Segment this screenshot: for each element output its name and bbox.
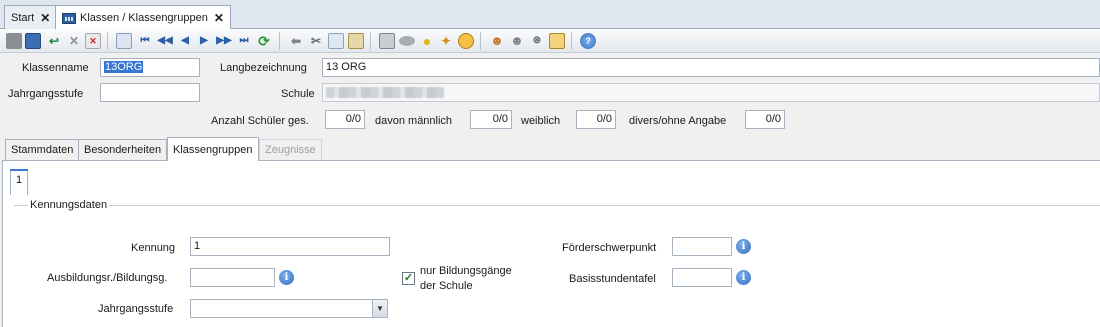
chevron-down-icon[interactable]: ▼ xyxy=(372,300,387,317)
subtab-1[interactable]: 1 xyxy=(10,169,28,195)
undo-icon[interactable]: ↩ xyxy=(46,33,62,49)
maennlich-label: davon männlich xyxy=(375,115,453,127)
tab-klassengruppen[interactable]: Klassengruppen xyxy=(167,137,259,161)
back-arrow-icon[interactable]: ⬅ xyxy=(288,33,304,49)
basis-label: Basisstundentafel xyxy=(569,273,656,285)
doc-tab-klassen[interactable]: Klassen / Klassengruppen ✕ xyxy=(55,5,231,30)
group-divider xyxy=(14,205,1100,206)
close-icon[interactable]: ✕ xyxy=(214,11,224,25)
divers-field: 0/0 xyxy=(745,110,785,129)
prev-page-icon[interactable]: ◀◀ xyxy=(157,33,173,49)
toolbar: ↩ ✕ ✕ ⏮ ◀◀ ◀ ▶ ▶▶ ⏭ ⟳ ⬅ ✂ ● ✦ ☻ ☻ ⊛ ? xyxy=(0,29,1100,53)
print-icon[interactable] xyxy=(379,33,395,49)
toolbar-separator xyxy=(370,32,371,50)
kennung-label: Kennung xyxy=(131,242,176,254)
doc-tab-start-label: Start xyxy=(11,11,35,24)
tab-zeugnisse: Zeugnisse xyxy=(259,139,322,160)
close-icon[interactable]: ✕ xyxy=(40,11,50,25)
paste-icon[interactable] xyxy=(348,33,364,49)
toolbar-separator xyxy=(107,32,108,50)
prev-icon[interactable]: ◀ xyxy=(177,33,193,49)
clock-icon[interactable] xyxy=(458,33,474,49)
klassenname-input[interactable]: 13ORG xyxy=(100,58,200,77)
klassenname-value: 13ORG xyxy=(104,61,144,73)
jahrgangsstufe-label: Jahrgangsstufe xyxy=(8,88,84,100)
schule-field xyxy=(322,83,1100,102)
tab-besonderheiten[interactable]: Besonderheiten xyxy=(78,139,168,160)
first-icon[interactable]: ⏮ xyxy=(137,33,153,49)
tab-stammdaten[interactable]: Stammdaten xyxy=(5,139,80,160)
document-tab-bar: Start ✕ Klassen / Klassengruppen ✕ xyxy=(0,0,1100,30)
nur-bildung-checkbox[interactable]: ✓ xyxy=(402,272,415,285)
next-page-icon[interactable]: ▶▶ xyxy=(216,33,232,49)
ausbildung-label: Ausbildungsr./Bildungsg. xyxy=(47,272,168,284)
kennung-input[interactable]: 1 xyxy=(190,237,390,256)
next-icon[interactable]: ▶ xyxy=(196,33,212,49)
toolbar-separator xyxy=(279,32,280,50)
doc-tab-klassen-label: Klassen / Klassengruppen xyxy=(80,12,208,24)
info-icon[interactable]: i xyxy=(279,270,294,285)
new-icon[interactable] xyxy=(6,33,22,49)
last-icon[interactable]: ⏭ xyxy=(236,33,252,49)
bulb-icon[interactable]: ● xyxy=(419,33,435,49)
doc-tab-start[interactable]: Start ✕ xyxy=(4,5,58,29)
info-icon[interactable]: i xyxy=(736,270,751,285)
refresh-icon[interactable]: ⟳ xyxy=(256,33,272,49)
foerder-label: Förderschwerpunkt xyxy=(562,242,657,254)
langbezeichnung-input[interactable]: 13 ORG xyxy=(322,58,1100,77)
anzahl-field: 0/0 xyxy=(325,110,365,129)
nur-bildung-label-line2: der Schule xyxy=(420,280,473,292)
cut-icon[interactable]: ✂ xyxy=(308,33,324,49)
edit-icon[interactable] xyxy=(549,33,565,49)
nur-bildung-label-line1: nur Bildungsgänge xyxy=(420,265,512,277)
user-group-icon[interactable]: ☻ xyxy=(509,33,525,49)
eraser-icon[interactable] xyxy=(399,36,415,46)
langbezeichnung-label: Langbezeichnung xyxy=(220,62,307,74)
copy-record-icon[interactable] xyxy=(116,33,132,49)
basis-input[interactable] xyxy=(672,268,732,287)
gruppe-jahrgangsstufe-select[interactable]: ▼ xyxy=(190,299,388,318)
clean-icon[interactable]: ✦ xyxy=(438,33,454,49)
window-icon xyxy=(62,12,76,24)
anzahl-label: Anzahl Schüler ges. xyxy=(211,115,309,127)
search-icon[interactable]: ⊛ xyxy=(529,33,545,49)
ausbildung-input[interactable] xyxy=(190,268,275,287)
weiblich-field: 0/0 xyxy=(576,110,616,129)
maennlich-field: 0/0 xyxy=(470,110,512,129)
foerder-input[interactable] xyxy=(672,237,732,256)
toolbar-separator xyxy=(480,32,481,50)
gruppe-jahrgangsstufe-label: Jahrgangsstufe xyxy=(98,303,174,315)
copy-icon[interactable] xyxy=(328,33,344,49)
info-icon[interactable]: i xyxy=(736,239,751,254)
jahrgangsstufe-input[interactable] xyxy=(100,83,200,102)
schule-label: Schule xyxy=(281,88,315,100)
users-icon[interactable]: ☻ xyxy=(489,33,505,49)
klassenname-label: Klassenname xyxy=(22,62,89,74)
save-icon[interactable] xyxy=(25,33,41,49)
delete-record-icon[interactable]: ✕ xyxy=(85,33,101,49)
group-title-kennungsdaten: Kennungsdaten xyxy=(28,199,110,211)
weiblich-label: weiblich xyxy=(521,115,561,127)
divers-label: divers/ohne Angabe xyxy=(629,115,727,127)
help-icon[interactable]: ? xyxy=(580,33,596,49)
schule-value-redacted xyxy=(326,87,444,98)
toolbar-separator xyxy=(571,32,572,50)
delete-icon[interactable]: ✕ xyxy=(66,33,82,49)
